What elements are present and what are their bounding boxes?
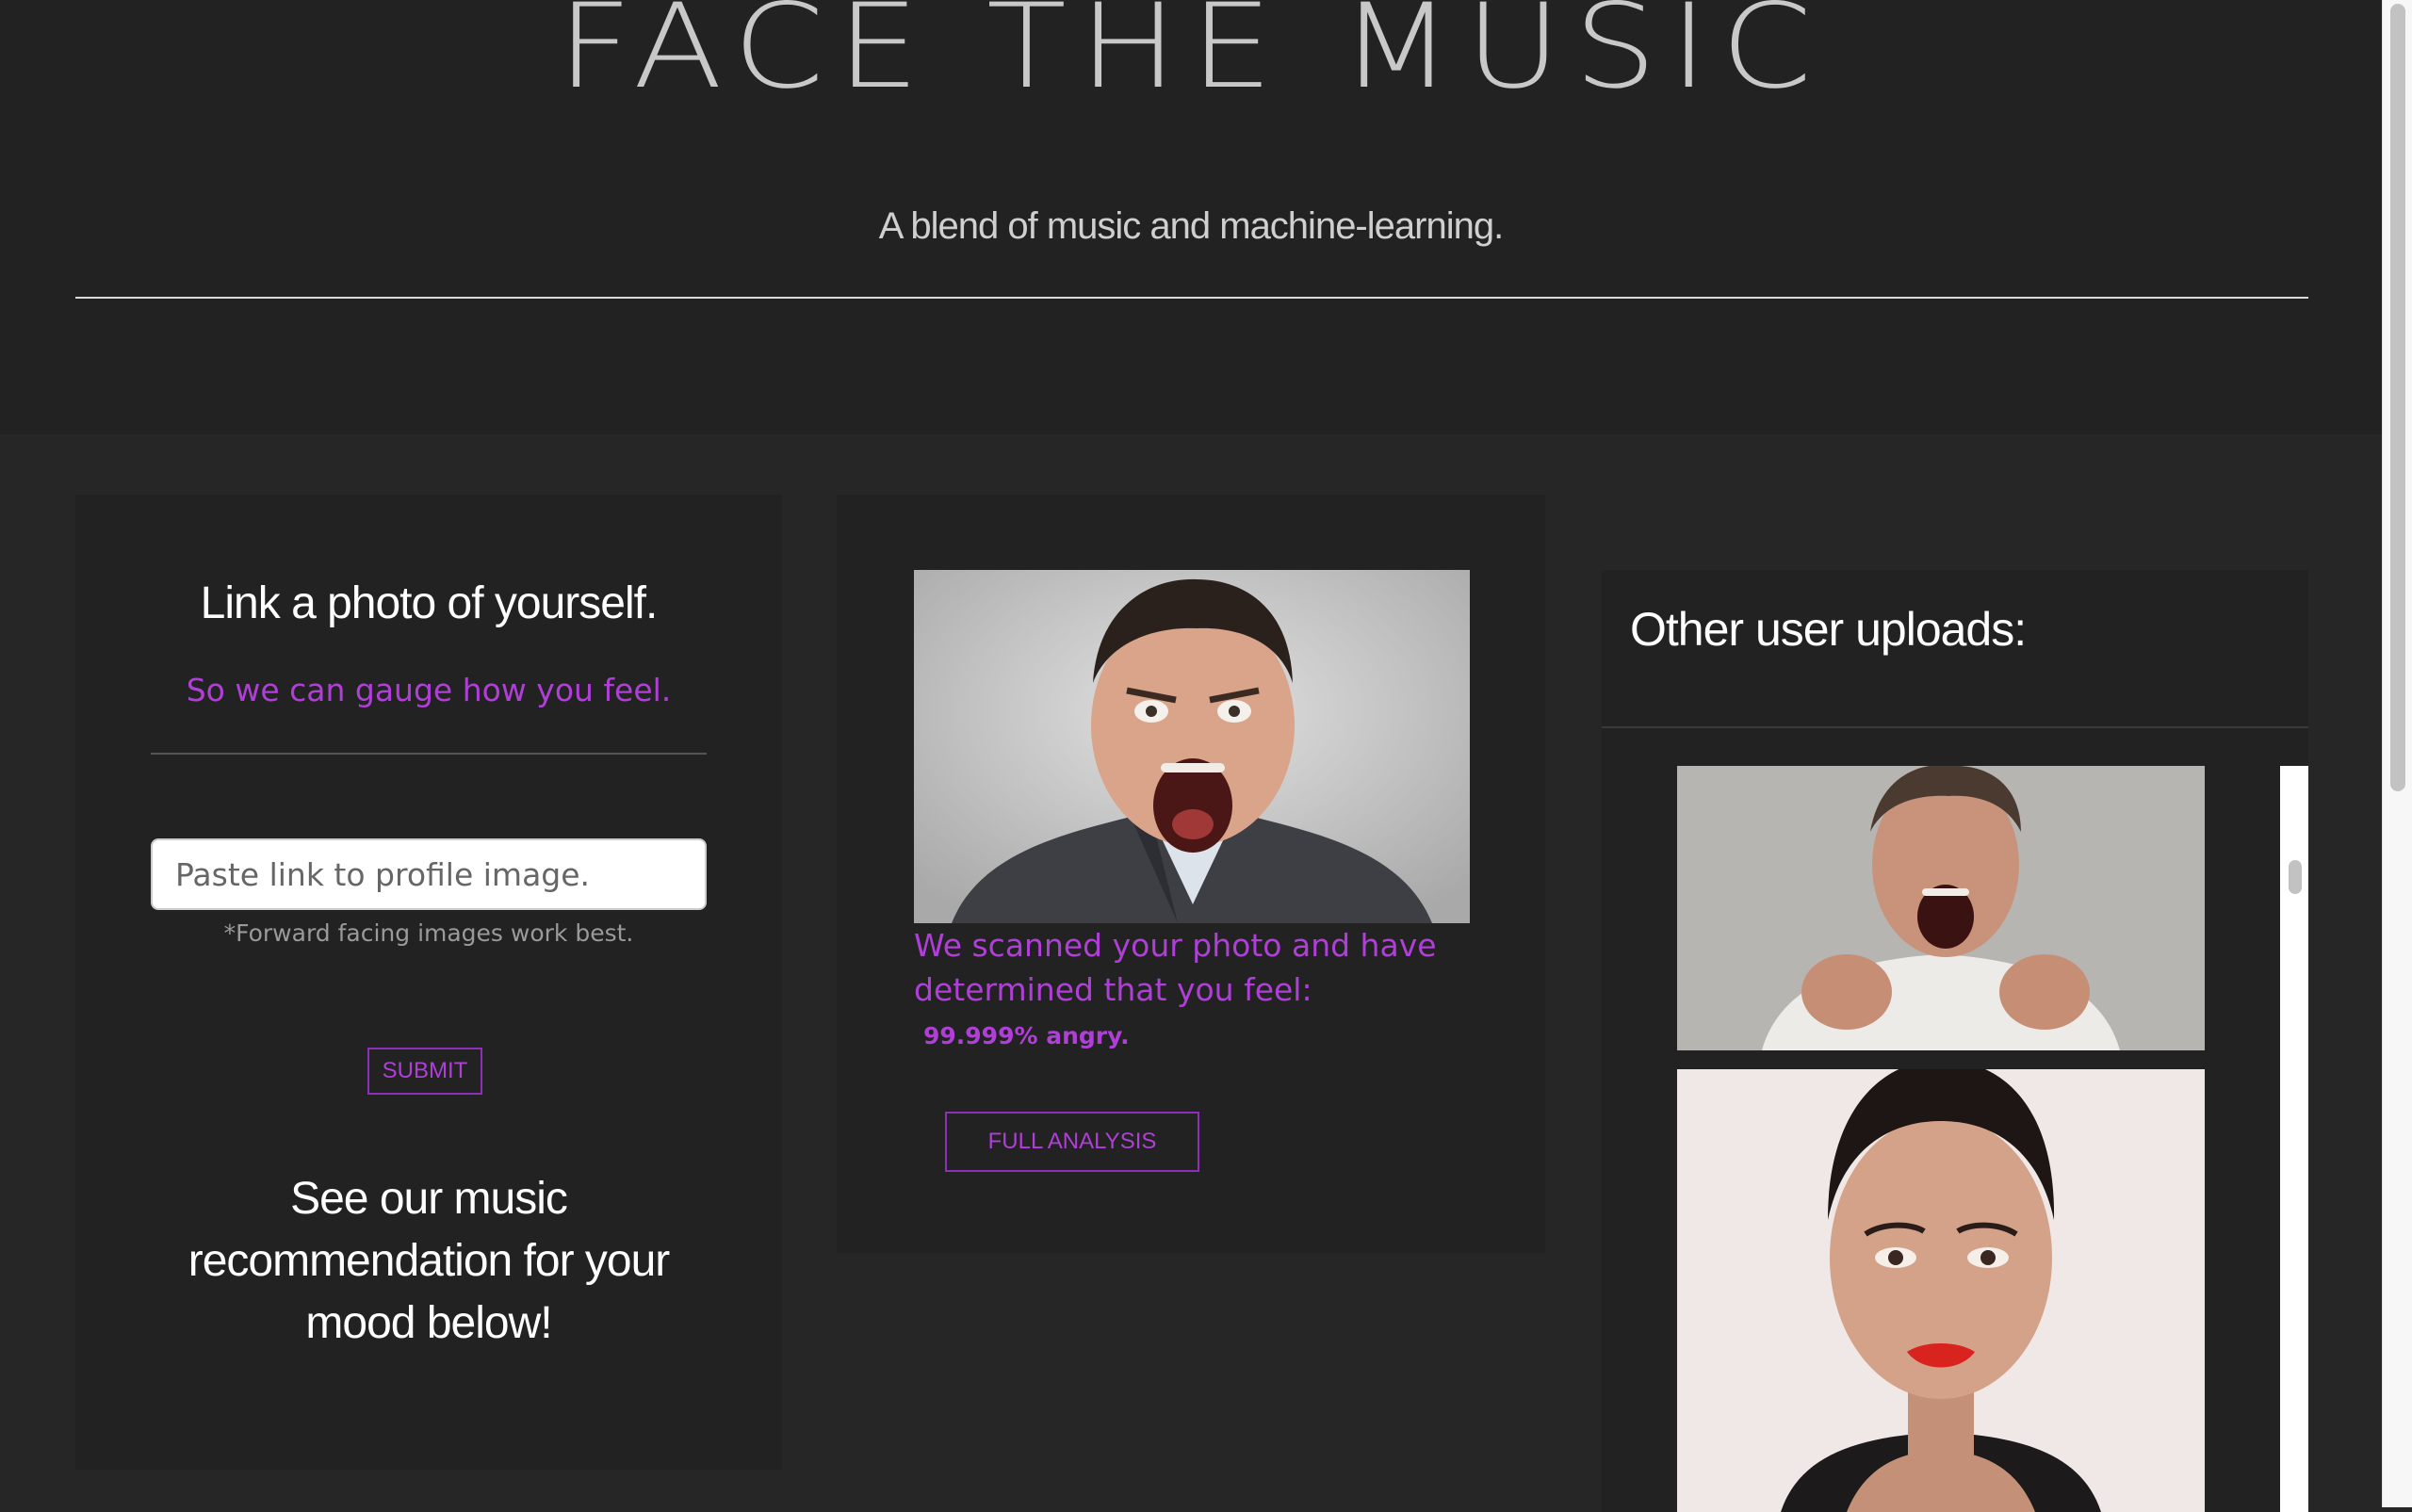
submit-button[interactable]: SUBMIT <box>367 1048 482 1095</box>
mood-result: 99.999% angry. <box>923 1022 1130 1049</box>
image-link-input[interactable] <box>151 838 707 910</box>
user-upload-photo[interactable] <box>1677 766 2205 1050</box>
uploads-divider <box>1602 726 2308 728</box>
page-scrollbar[interactable] <box>2382 0 2412 1507</box>
upload-subheading: So we can gauge how you feel. <box>186 672 672 708</box>
user-upload-photo[interactable] <box>1677 1069 2205 1512</box>
scan-result-text: We scanned your photo and have determine… <box>914 927 1437 1008</box>
header-divider <box>75 297 2308 299</box>
upload-divider <box>151 753 707 755</box>
site-tagline: A blend of music and machine-learning. <box>878 205 1504 247</box>
full-analysis-button[interactable]: FULL ANALYSIS <box>945 1112 1199 1172</box>
recommendation-text: See our music recommendation for your mo… <box>187 1174 671 1348</box>
result-card: We scanned your photo and have determine… <box>837 495 1545 1253</box>
site-title: FACE THE MUSIC <box>557 0 1825 115</box>
upload-card: Link a photo of yourself. So we can gaug… <box>75 495 782 1470</box>
site-header: FACE THE MUSIC A blend of music and mach… <box>0 0 2382 434</box>
page-scrollbar-thumb[interactable] <box>2390 4 2405 791</box>
uploads-scrollbar-thumb[interactable] <box>2289 860 2302 894</box>
uploads-title: Other user uploads: <box>1630 603 2027 656</box>
uploads-scrollbar[interactable] <box>2280 766 2308 1512</box>
upload-heading: Link a photo of yourself. <box>200 578 659 628</box>
upload-hint: *Forward facing images work best. <box>223 919 634 947</box>
scanned-photo <box>914 570 1470 923</box>
uploads-panel: Other user uploads: <box>1602 570 2308 1512</box>
